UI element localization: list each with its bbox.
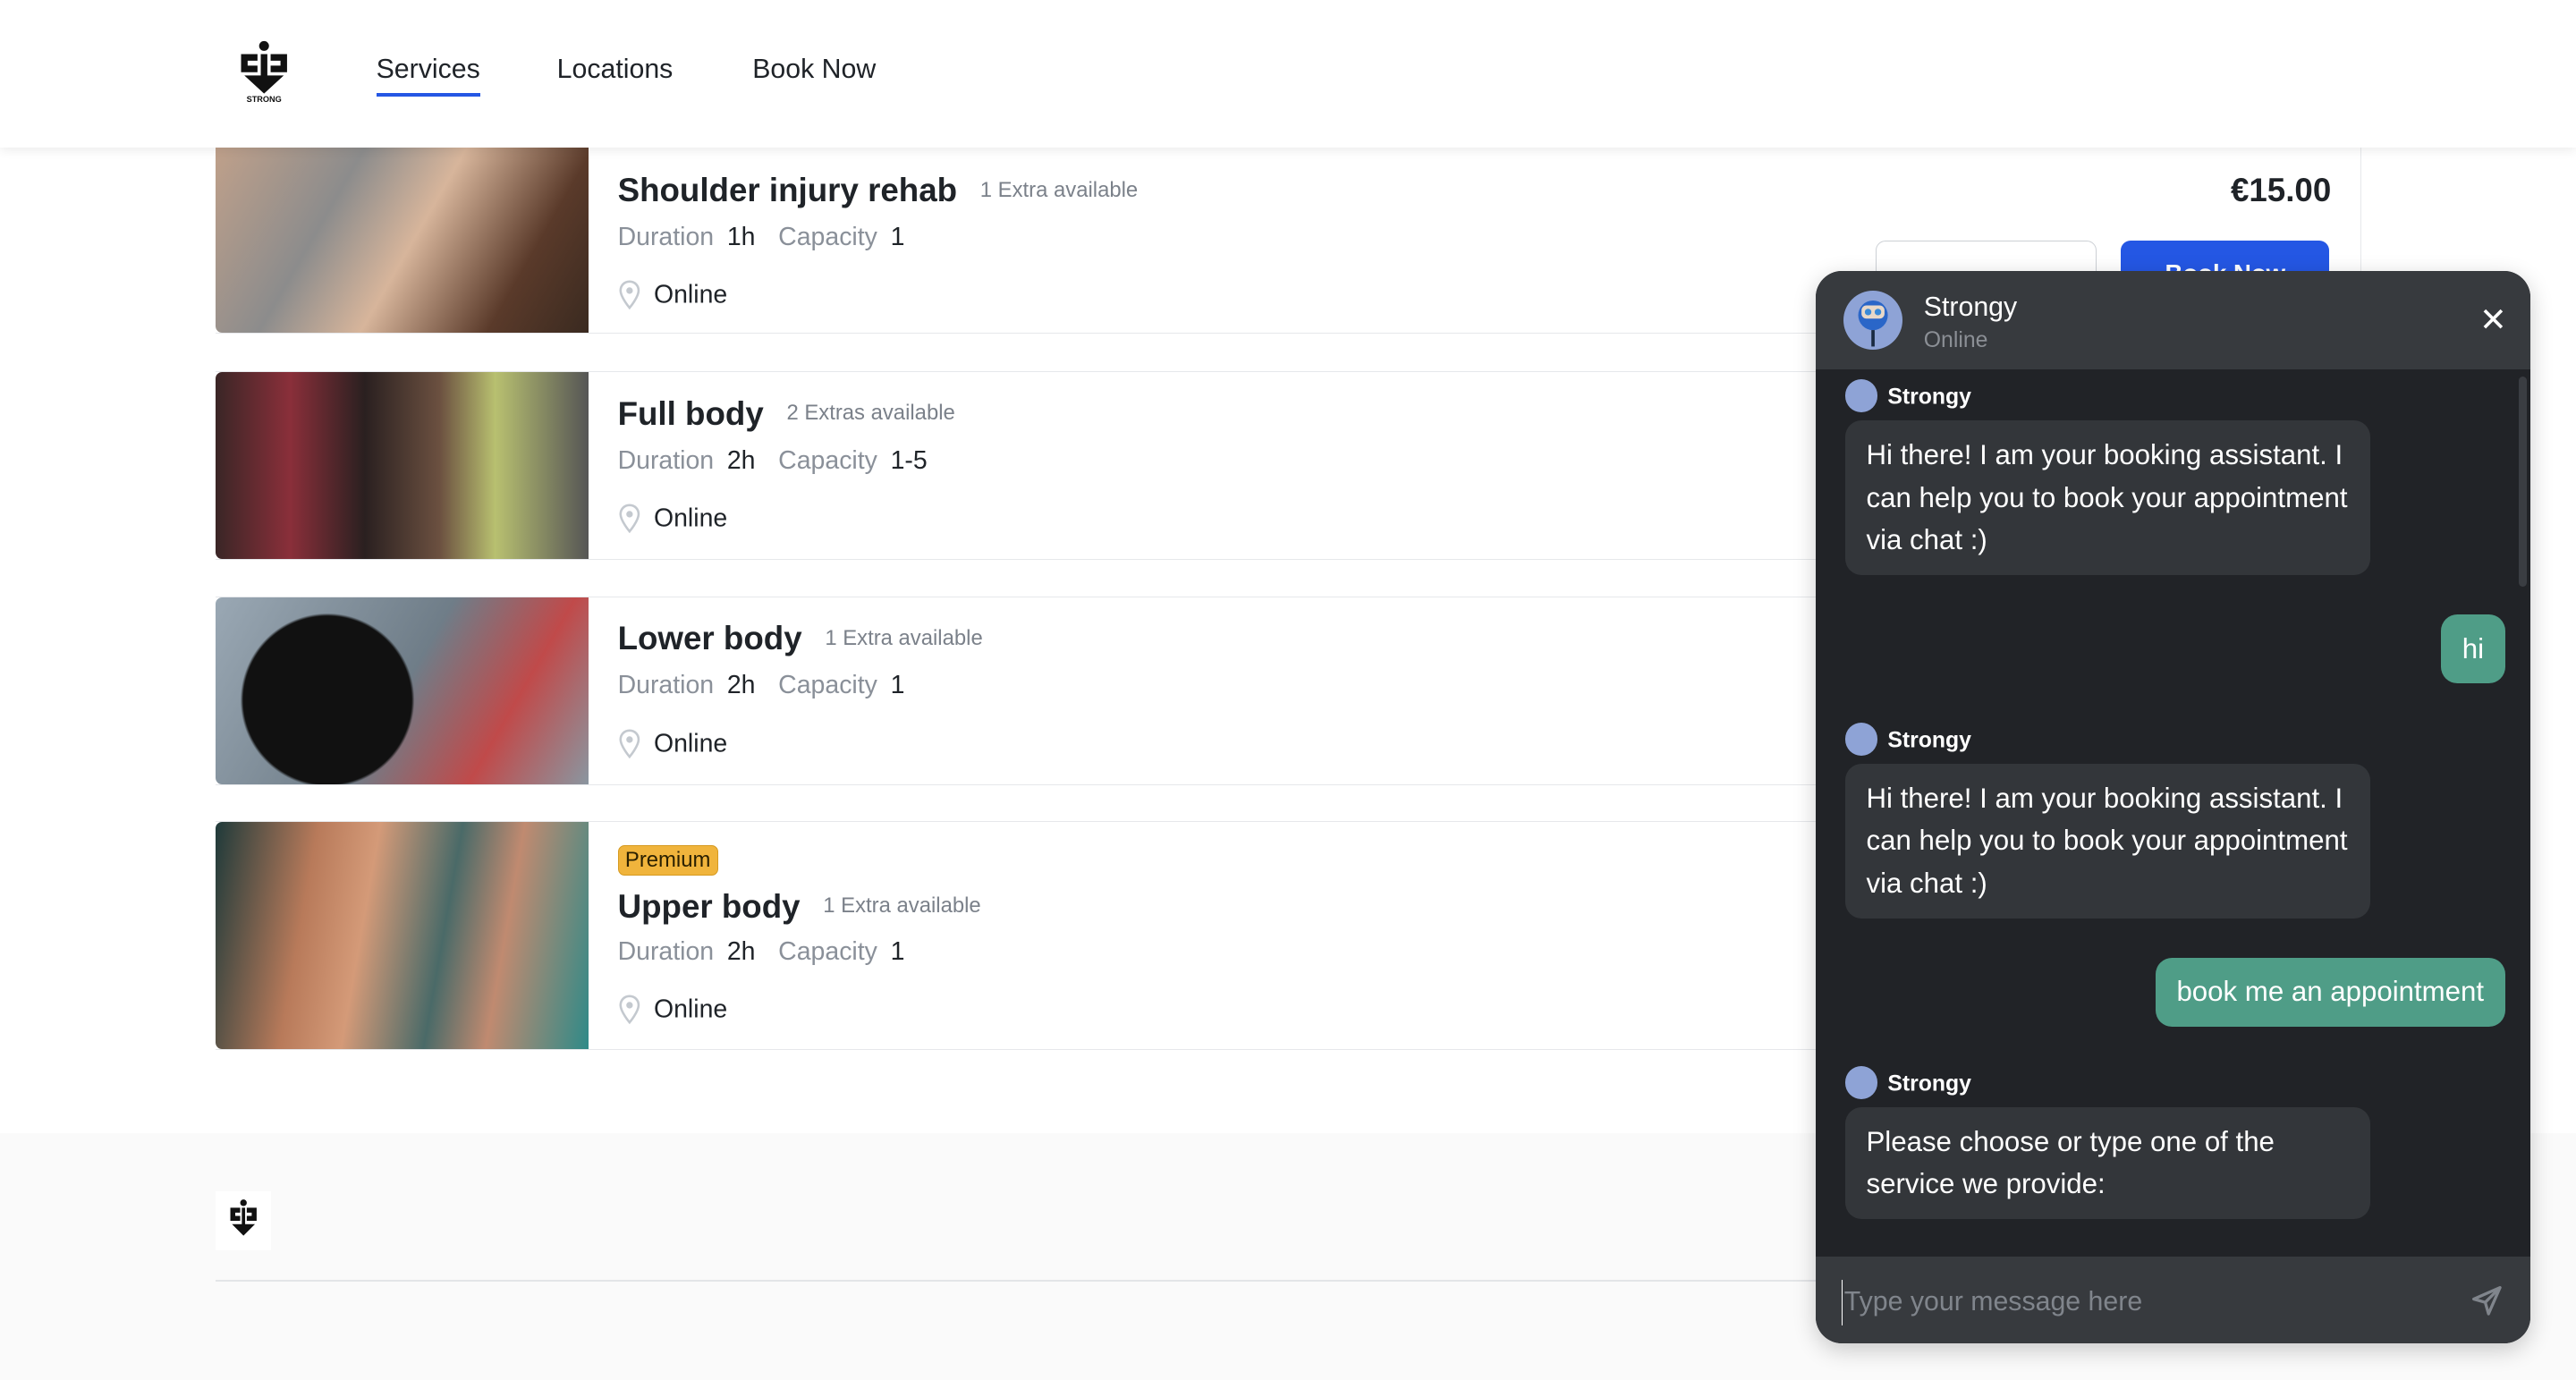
extras-label: 1 Extra available bbox=[823, 893, 981, 919]
bot-avatar-small bbox=[1844, 1066, 1878, 1099]
chat-header: Strongy Online ✕ bbox=[1815, 271, 2530, 370]
svg-text:STRONG: STRONG bbox=[247, 95, 282, 104]
capacity-label: Capacity bbox=[778, 445, 877, 475]
nav-book-now[interactable]: Book Now bbox=[752, 55, 876, 93]
nav-locations[interactable]: Locations bbox=[557, 55, 674, 93]
capacity-value: 1 bbox=[890, 222, 905, 251]
duration-label: Duration bbox=[617, 671, 715, 700]
extras-label: 1 Extra available bbox=[825, 625, 983, 650]
duration-label: Duration bbox=[617, 936, 715, 966]
user-message: book me an appointment bbox=[2155, 957, 2505, 1027]
message-sender: Strongy bbox=[1844, 379, 1971, 412]
location-pin-icon bbox=[619, 729, 640, 758]
robot-icon bbox=[1858, 301, 1888, 347]
service-title: Lower body bbox=[617, 620, 802, 657]
capacity-label: Capacity bbox=[778, 936, 877, 966]
duration-value: 1h bbox=[726, 222, 756, 251]
capacity-value: 1 bbox=[890, 671, 905, 700]
location-pin-icon bbox=[619, 280, 640, 310]
message-input[interactable] bbox=[1841, 1279, 2439, 1326]
user-message: hi bbox=[2440, 614, 2505, 684]
top-navbar: STRONG Services Locations Book Now bbox=[0, 0, 2576, 148]
message-sender: Strongy bbox=[1844, 723, 1971, 756]
duration-value: 2h bbox=[726, 671, 756, 700]
close-icon[interactable]: ✕ bbox=[2479, 303, 2507, 337]
strong-together-logo[interactable]: STRONG bbox=[236, 39, 292, 105]
bot-message: Hi there! I am your booking assistant. I… bbox=[1844, 420, 2371, 575]
service-photo bbox=[215, 822, 589, 1049]
capacity-value: 1-5 bbox=[890, 445, 928, 475]
bot-name: Strongy bbox=[1923, 292, 2018, 322]
bot-avatar bbox=[1843, 291, 1902, 351]
location-text: Online bbox=[653, 729, 728, 758]
capacity-value: 1 bbox=[890, 936, 905, 966]
premium-badge: Premium bbox=[617, 845, 718, 876]
chat-scrollbar[interactable] bbox=[2518, 376, 2527, 587]
chat-input-bar bbox=[1815, 1257, 2530, 1344]
message-sender: Strongy bbox=[1844, 1066, 1971, 1099]
location-pin-icon bbox=[619, 504, 640, 534]
extras-label: 2 Extras available bbox=[786, 401, 955, 426]
extras-label: 1 Extra available bbox=[979, 177, 1139, 202]
service-photo bbox=[215, 597, 589, 785]
duration-label: Duration bbox=[617, 445, 715, 475]
capacity-label: Capacity bbox=[778, 671, 877, 700]
bot-avatar-small bbox=[1844, 723, 1878, 756]
duration-value: 2h bbox=[726, 936, 756, 966]
duration-value: 2h bbox=[726, 445, 756, 475]
footer-logo[interactable] bbox=[215, 1190, 272, 1250]
service-title: Full body bbox=[617, 394, 764, 432]
service-title: Upper body bbox=[617, 887, 801, 925]
send-icon[interactable] bbox=[2470, 1284, 2504, 1317]
service-title: Shoulder injury rehab bbox=[617, 172, 958, 208]
location-text: Online bbox=[653, 280, 728, 309]
service-photo bbox=[215, 372, 589, 560]
service-price: €15.00 bbox=[2230, 172, 2332, 208]
bot-avatar-small bbox=[1844, 379, 1878, 412]
location-pin-icon bbox=[619, 995, 640, 1025]
location-text: Online bbox=[653, 995, 728, 1024]
nav-services[interactable]: Services bbox=[376, 55, 480, 97]
bot-status: Online bbox=[1923, 328, 1988, 353]
bot-message: Please choose or type one of the service… bbox=[1844, 1106, 2371, 1219]
chat-widget: Strongy Online ✕ Strongy Hi there! I am … bbox=[1815, 271, 2530, 1344]
location-text: Online bbox=[653, 504, 728, 533]
capacity-label: Capacity bbox=[778, 222, 877, 251]
bot-message: Hi there! I am your booking assistant. I… bbox=[1844, 764, 2371, 919]
duration-label: Duration bbox=[617, 222, 715, 251]
